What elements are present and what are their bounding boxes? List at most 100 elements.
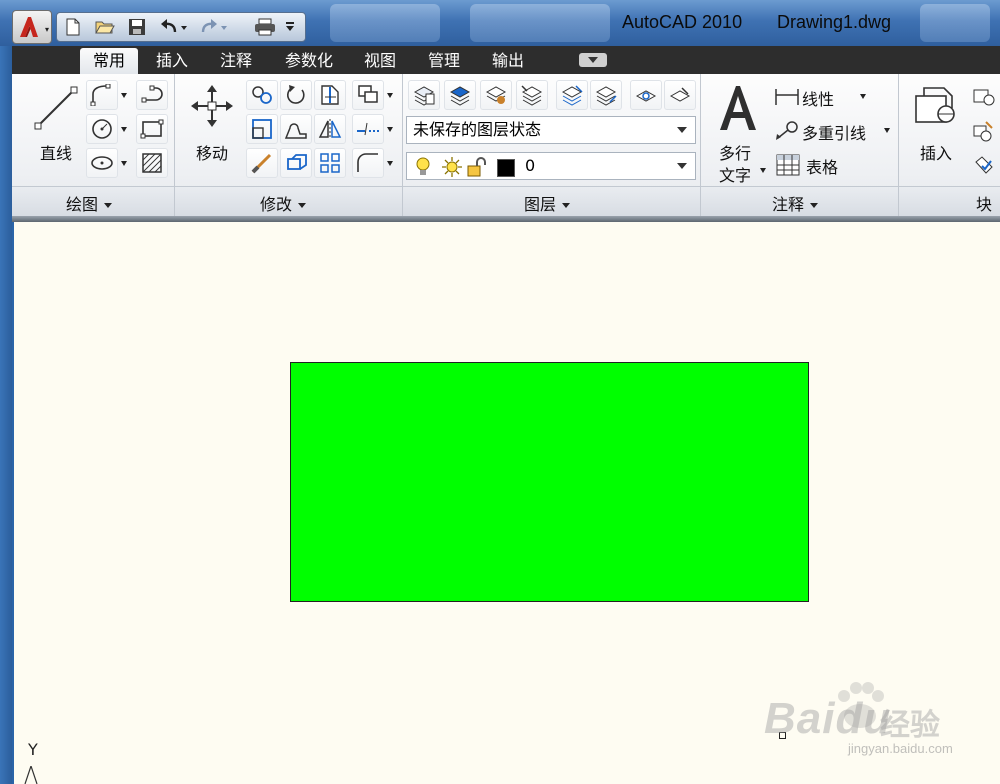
ucs-y-label: Y <box>28 740 38 759</box>
layer-properties-icon <box>413 86 435 106</box>
hatch-button[interactable] <box>136 148 168 178</box>
mtext-label-line1: 多行 <box>718 144 751 163</box>
trim-icon <box>321 85 339 105</box>
rotate-button[interactable] <box>280 80 312 110</box>
linear-dimension-button[interactable]: 线性 <box>774 84 894 110</box>
insert-block-button[interactable]: 插入 <box>908 80 964 180</box>
mirror-button[interactable] <box>314 114 346 144</box>
fillet-button[interactable] <box>280 114 312 144</box>
explode-icon <box>287 154 307 170</box>
layer-off-button[interactable] <box>590 80 622 110</box>
sun-icon <box>442 157 462 177</box>
watermark-chinese-text: 经验 <box>880 708 940 743</box>
ribbon-minimize-button[interactable] <box>579 53 607 67</box>
edit-attributes-button[interactable] <box>968 152 1000 178</box>
create-block-icon <box>973 89 995 106</box>
copy-button[interactable] <box>246 80 278 110</box>
layer-state-dropdown[interactable]: 未保存的图层状态 <box>406 116 696 144</box>
multiline-text-button[interactable]: 多行 文字 <box>710 78 768 185</box>
circle-button[interactable] <box>86 114 118 144</box>
grid-array-button[interactable] <box>314 148 346 178</box>
current-layer-dropdown[interactable]: 0 <box>406 152 696 180</box>
print-icon[interactable] <box>253 16 277 38</box>
arc-icon <box>141 85 163 103</box>
tab-output[interactable]: 输出 <box>484 48 532 74</box>
tab-view[interactable]: 视图 <box>356 48 404 74</box>
stretch-icon <box>252 119 272 139</box>
edit-block-button[interactable] <box>968 118 1000 144</box>
tab-home[interactable]: 常用 <box>80 48 138 74</box>
move-button[interactable]: 移动 <box>184 80 240 180</box>
customize-icon[interactable] <box>281 16 299 38</box>
array-icon <box>320 153 340 173</box>
create-block-button[interactable] <box>968 84 1000 110</box>
chevron-down-icon[interactable] <box>121 161 127 166</box>
modify-panel-title[interactable]: 修改 <box>260 191 307 215</box>
chevron-down-icon[interactable] <box>121 127 127 132</box>
array-button[interactable] <box>352 80 384 110</box>
undo-icon[interactable] <box>157 16 189 38</box>
edit-block-icon <box>973 121 993 142</box>
tab-annotate[interactable]: 注释 <box>212 48 260 74</box>
watermark-brand: Baidu <box>764 694 892 743</box>
chamfer-button[interactable] <box>352 148 384 178</box>
layer-off-icon <box>595 86 617 106</box>
break-button[interactable] <box>352 114 384 144</box>
layer-make-current-button[interactable] <box>444 80 476 110</box>
window-left-border <box>0 46 12 784</box>
tab-insert[interactable]: 插入 <box>148 48 196 74</box>
multileader-button[interactable]: 多重引线 <box>774 118 894 144</box>
table-icon <box>776 154 800 176</box>
explode-button[interactable] <box>280 148 312 178</box>
stretch-button[interactable] <box>246 114 278 144</box>
layer-lock-button[interactable] <box>630 80 662 110</box>
redo-icon[interactable] <box>197 16 229 38</box>
chevron-down-icon[interactable] <box>121 93 127 98</box>
polyline-button[interactable] <box>86 80 118 110</box>
app-title: AutoCAD 2010 <box>622 12 743 32</box>
ellipse-icon <box>91 156 113 170</box>
save-icon[interactable] <box>125 16 149 38</box>
green-rectangle[interactable] <box>290 362 809 602</box>
multileader-icon <box>776 121 798 140</box>
tab-parametric[interactable]: 参数化 <box>274 48 344 74</box>
table-button[interactable]: 表格 <box>774 152 894 178</box>
panel-divider <box>402 74 403 216</box>
application-menu-button[interactable]: ▾ <box>12 10 52 44</box>
draw-panel-title[interactable]: 绘图 <box>66 191 113 215</box>
document-title: Drawing1.dwg <box>777 12 892 32</box>
block-panel-title[interactable]: 块 <box>976 191 992 215</box>
mtext-label-line2: 文字 <box>718 166 751 185</box>
ucs-arrow-icon <box>24 766 38 784</box>
layer-match-button[interactable] <box>516 80 548 110</box>
chevron-down-icon[interactable] <box>387 93 393 98</box>
chevron-down-icon <box>677 163 687 169</box>
layers-panel-title[interactable]: 图层 <box>524 191 571 215</box>
tab-manage[interactable]: 管理 <box>420 48 468 74</box>
annotation-panel-title[interactable]: 注释 <box>772 191 819 215</box>
insert-label: 插入 <box>919 144 952 163</box>
layer-freeze-button[interactable] <box>556 80 588 110</box>
layer-properties-button[interactable] <box>408 80 440 110</box>
chevron-down-icon[interactable] <box>387 161 393 166</box>
open-icon[interactable] <box>93 16 117 38</box>
rectangle-button[interactable] <box>136 114 168 144</box>
lightbulb-icon <box>416 157 430 175</box>
chevron-down-icon <box>760 168 766 173</box>
chevron-down-icon[interactable] <box>387 127 393 132</box>
chevron-down-icon <box>104 203 113 208</box>
new-icon[interactable] <box>61 16 85 38</box>
panel-divider <box>700 74 701 216</box>
linear-label: 线性 <box>802 90 835 109</box>
insert-block-icon <box>915 87 955 123</box>
chevron-down-icon <box>562 203 571 208</box>
ellipse-button[interactable] <box>86 148 118 178</box>
erase-button[interactable] <box>246 148 278 178</box>
layer-isolate-button[interactable] <box>480 80 512 110</box>
rotate-icon <box>287 85 305 104</box>
trim-button[interactable] <box>314 80 346 110</box>
line-button[interactable]: 直线 <box>18 80 80 180</box>
break-icon <box>357 122 379 136</box>
layer-unlock-button[interactable] <box>664 80 696 110</box>
arc-button[interactable] <box>136 80 168 110</box>
